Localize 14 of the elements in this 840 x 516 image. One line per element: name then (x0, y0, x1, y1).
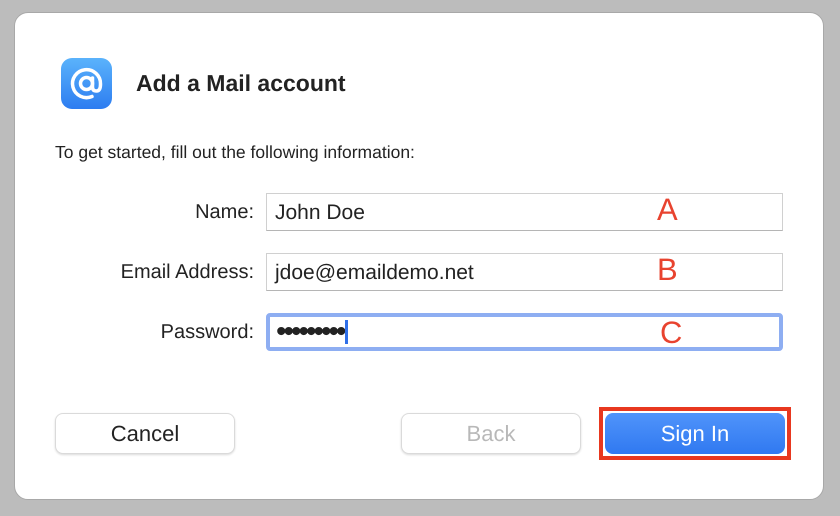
field-label: Email Address: (120, 260, 254, 286)
text-field[interactable]: John Doe A (266, 193, 783, 232)
field-label: Password: (160, 320, 254, 346)
annotation-letter: B (657, 251, 678, 290)
annotation-letter: C (660, 314, 682, 352)
dialog-button[interactable]: Sign In (605, 413, 785, 454)
dialog-title: Add a Mail account (136, 69, 346, 98)
field-label: Name: (194, 200, 254, 226)
password-field[interactable]: ••••••••• C (266, 313, 783, 352)
at-sign-icon (61, 58, 112, 109)
text-field[interactable]: jdoe@emaildemo.net B (266, 253, 783, 292)
dialog-button[interactable]: Cancel (55, 413, 235, 454)
instruction-text: To get started, fill out the following information: (55, 141, 416, 164)
annotation-letter: A (657, 191, 678, 230)
